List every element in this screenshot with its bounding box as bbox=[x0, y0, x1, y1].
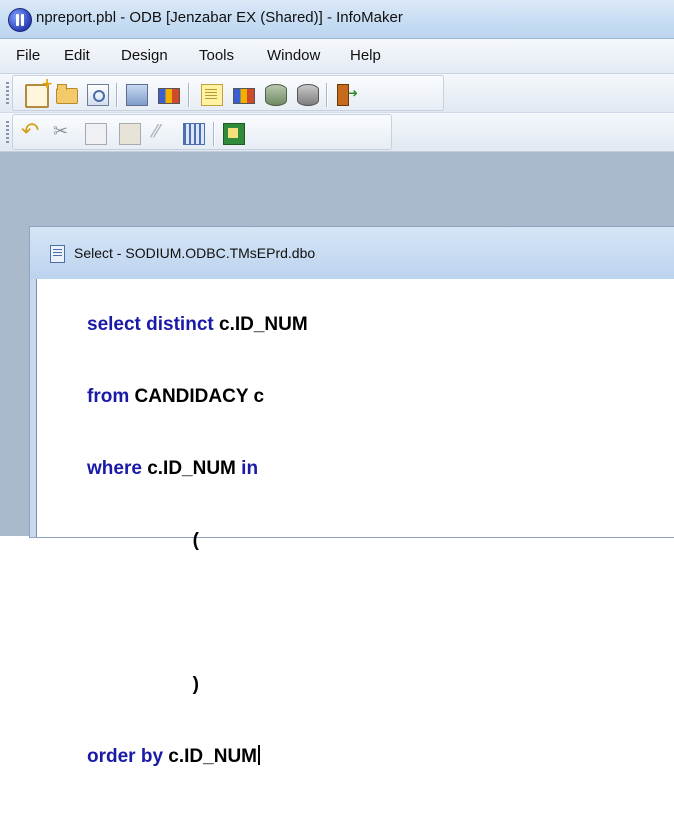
code-line: ) bbox=[87, 673, 308, 697]
code-line: where c.ID_NUM in bbox=[87, 457, 308, 481]
toolbar-frame bbox=[12, 114, 392, 150]
sql-text: c.ID_NUM bbox=[141, 458, 242, 479]
database-icon[interactable] bbox=[265, 84, 287, 106]
main-toolbar bbox=[0, 74, 674, 113]
text-caret bbox=[258, 745, 260, 765]
preview-icon[interactable] bbox=[87, 84, 109, 106]
sql-code: select distinct c.ID_NUM from CANDIDACY … bbox=[87, 265, 308, 817]
exit-icon[interactable] bbox=[337, 84, 358, 106]
toolbar-separator bbox=[188, 83, 189, 107]
document-icon bbox=[50, 245, 65, 263]
sql-keyword: select distinct bbox=[87, 314, 214, 335]
menu-window[interactable]: Window bbox=[267, 47, 320, 64]
menu-tools[interactable]: Tools bbox=[199, 47, 234, 64]
code-line: select distinct c.ID_NUM bbox=[87, 313, 308, 337]
toolbar-separator bbox=[326, 83, 327, 107]
infomaker-app-icon[interactable] bbox=[8, 8, 32, 32]
copy-icon[interactable] bbox=[85, 123, 107, 145]
toolbar-grip[interactable] bbox=[6, 82, 9, 104]
bars-chart-icon[interactable] bbox=[158, 88, 180, 104]
sql-text: c.ID_NUM bbox=[213, 314, 308, 335]
new-icon[interactable] bbox=[25, 76, 53, 108]
bars-yellow-icon[interactable] bbox=[233, 88, 255, 104]
clear-icon[interactable] bbox=[151, 121, 171, 143]
sql-indent bbox=[87, 674, 193, 695]
title-bar: npreport.pbl - ODB [Jenzabar EX (Shared)… bbox=[0, 0, 674, 39]
undo-icon[interactable] bbox=[21, 119, 41, 144]
grid-icon[interactable] bbox=[183, 123, 205, 145]
menu-design[interactable]: Design bbox=[121, 47, 168, 64]
sql-editor[interactable]: select distinct c.ID_NUM from CANDIDACY … bbox=[36, 279, 674, 767]
scan-icon[interactable] bbox=[126, 84, 148, 106]
menu-help[interactable]: Help bbox=[350, 47, 381, 64]
book-icon[interactable] bbox=[223, 123, 245, 145]
sql-text: CANDIDACY c bbox=[129, 386, 265, 407]
paste-icon[interactable] bbox=[119, 123, 141, 145]
database-grey-icon[interactable] bbox=[297, 84, 319, 106]
sql-keyword: in bbox=[241, 458, 259, 479]
sql-indent bbox=[87, 530, 193, 551]
notepad-icon[interactable] bbox=[201, 84, 223, 106]
child-window-title: Select - SODIUM.ODBC.TMsEPrd.dbo bbox=[74, 245, 316, 261]
code-line: from CANDIDACY c bbox=[87, 385, 308, 409]
toolbar-frame bbox=[12, 75, 444, 111]
menu-bar: File Edit Design Tools Window Help bbox=[0, 39, 674, 74]
cut-icon[interactable] bbox=[53, 121, 73, 143]
sql-text: c.ID_NUM bbox=[163, 746, 257, 767]
sql-keyword: from bbox=[87, 386, 130, 407]
sql-keyword: order by bbox=[87, 746, 164, 767]
sql-text: ) bbox=[192, 674, 199, 695]
toolbar-separator bbox=[213, 122, 214, 146]
sql-text: ( bbox=[192, 530, 199, 551]
sql-keyword: where bbox=[87, 458, 142, 479]
toolbar-separator bbox=[116, 83, 117, 107]
open-folder-icon[interactable] bbox=[56, 84, 78, 104]
code-line: ( bbox=[87, 529, 308, 553]
edit-toolbar bbox=[0, 113, 674, 152]
toolbar-grip[interactable] bbox=[6, 121, 9, 143]
code-line: order by c.ID_NUM bbox=[87, 745, 308, 769]
menu-edit[interactable]: Edit bbox=[64, 47, 90, 64]
window-title: npreport.pbl - ODB [Jenzabar EX (Shared)… bbox=[36, 9, 403, 26]
menu-file[interactable]: File bbox=[16, 47, 40, 64]
sql-select-window: Select - SODIUM.ODBC.TMsEPrd.dbo select … bbox=[29, 226, 674, 767]
